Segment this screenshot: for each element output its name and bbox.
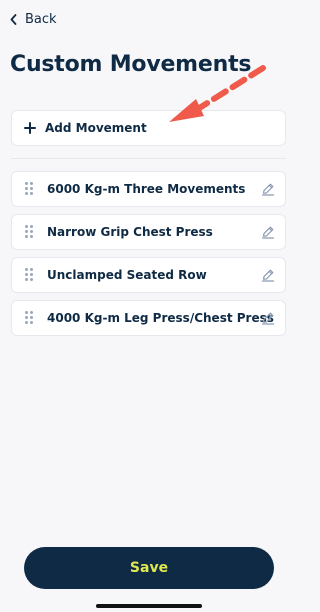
save-button[interactable]: Save [24, 547, 274, 589]
movement-name: Narrow Grip Chest Press [47, 225, 213, 239]
pencil-icon[interactable] [261, 268, 275, 282]
add-movement-button[interactable]: Add Movement [11, 110, 286, 146]
home-indicator [96, 604, 202, 608]
pencil-icon[interactable] [261, 225, 275, 239]
pencil-icon[interactable] [261, 182, 275, 196]
movement-name: Unclamped Seated Row [47, 268, 207, 282]
page-title: Custom Movements [10, 52, 252, 77]
movement-item[interactable]: Unclamped Seated Row [11, 257, 286, 293]
drag-handle-icon[interactable] [25, 311, 33, 325]
movement-item[interactable]: 4000 Kg-m Leg Press/Chest Press [11, 300, 286, 336]
drag-handle-icon[interactable] [25, 225, 33, 239]
back-label: Back [25, 12, 57, 27]
movement-item[interactable]: 6000 Kg-m Three Movements [11, 171, 286, 207]
drag-handle-icon[interactable] [25, 268, 33, 282]
custom-movements-screen: Back Custom Movements Add Movement 6000 … [0, 0, 296, 612]
drag-handle-icon[interactable] [25, 182, 33, 196]
section-divider [11, 158, 286, 159]
plus-icon [24, 122, 36, 134]
movement-name: 6000 Kg-m Three Movements [47, 182, 246, 196]
movement-item[interactable]: Narrow Grip Chest Press [11, 214, 286, 250]
back-link[interactable]: Back [10, 12, 57, 27]
pencil-icon[interactable] [261, 311, 275, 325]
movement-list: 6000 Kg-m Three Movements Narrow Grip Ch… [11, 171, 286, 343]
chevron-left-icon [10, 14, 17, 25]
movement-name: 4000 Kg-m Leg Press/Chest Press [47, 311, 274, 325]
add-movement-label: Add Movement [45, 121, 147, 135]
